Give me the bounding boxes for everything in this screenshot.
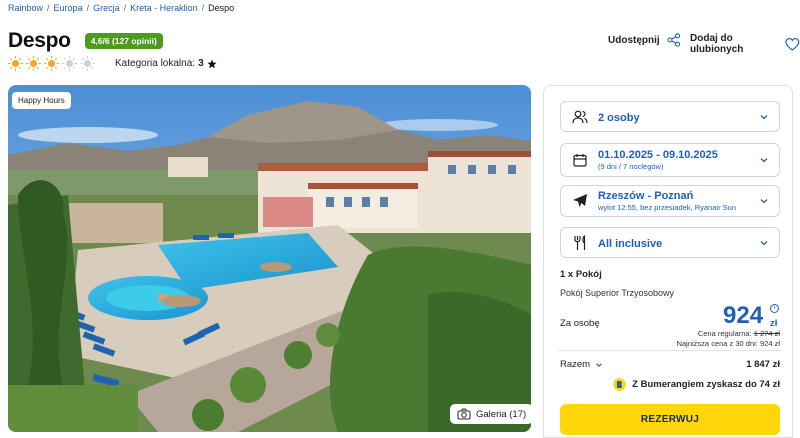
- dates-value: 01.10.2025 - 09.10.2025: [598, 149, 718, 161]
- local-category-label: Kategoria lokalna:: [115, 58, 196, 69]
- favorite-label: Dodaj do ulubionych: [690, 33, 744, 55]
- breadcrumb-separator: /: [47, 3, 50, 13]
- plane-icon: [571, 192, 589, 210]
- sun-icon-filled: [8, 56, 23, 71]
- persons-value: 2 osoby: [598, 111, 640, 124]
- share-button[interactable]: Udostępnij: [608, 33, 681, 47]
- sun-icon-empty: [80, 56, 95, 71]
- gallery-label: Galeria (17): [476, 408, 527, 420]
- sun-icon-filled: [44, 56, 59, 71]
- hotel-main-photo[interactable]: [8, 85, 531, 432]
- flight-route: Rzeszów - Poznań: [598, 190, 694, 202]
- total-value: 1 847 zł: [746, 359, 780, 370]
- star-icon: [207, 59, 217, 68]
- dates-select[interactable]: 01.10.2025 - 09.10.2025 (9 dni / 7 nocle…: [560, 143, 780, 177]
- page-title: Despo: [8, 29, 71, 52]
- bumerang-logo-icon: [613, 378, 626, 391]
- persons-icon: [571, 108, 589, 126]
- breadcrumb-current: Despo: [208, 3, 235, 13]
- board-value: All inclusive: [598, 237, 663, 250]
- heart-icon: [785, 37, 800, 51]
- reserve-button[interactable]: REZERWUJ: [560, 404, 780, 435]
- dates-duration: (9 dni / 7 noclegów): [598, 162, 664, 171]
- sun-icon-filled: [26, 56, 41, 71]
- total-label: Razem: [560, 359, 591, 370]
- happy-hours-badge: Happy Hours: [12, 92, 71, 109]
- local-category-value: 3: [198, 58, 204, 69]
- total-toggle[interactable]: Razem: [560, 359, 603, 370]
- chevron-down-icon: [760, 158, 768, 163]
- local-category: Kategoria lokalna: 3: [115, 58, 217, 69]
- share-icon: [667, 33, 680, 47]
- per-person-label: Za osobę: [560, 318, 600, 329]
- divider: [558, 350, 782, 351]
- chevron-down-icon: [760, 114, 768, 119]
- breadcrumb-link-rainbow[interactable]: Rainbow: [8, 3, 43, 13]
- breadcrumb-link-europa[interactable]: Europa: [54, 3, 83, 13]
- rating-badge[interactable]: 4,6/6 (127 opinii): [84, 33, 163, 49]
- camera-icon: [457, 408, 471, 420]
- regular-price-value: 1 274 zł: [753, 329, 780, 338]
- breadcrumb-separator: /: [86, 3, 90, 13]
- breadcrumb-separator: /: [201, 3, 205, 13]
- breadcrumb-separator: /: [123, 3, 127, 13]
- sun-icon-empty: [62, 56, 77, 71]
- hotel-standard-suns: [8, 56, 95, 71]
- regular-price: Cena regularna: 1 274 zł: [698, 329, 780, 338]
- board-select[interactable]: All inclusive: [560, 227, 780, 258]
- calendar-icon: [571, 151, 589, 169]
- info-icon[interactable]: i: [770, 304, 779, 313]
- lowest-30-days-price: Najniższa cena z 30 dni: 924 zł: [676, 339, 780, 348]
- breadcrumb-link-kreta[interactable]: Kreta - Heraklion: [130, 3, 198, 13]
- flight-select[interactable]: Rzeszów - Poznań wylot 12:55, bez przesi…: [560, 185, 780, 217]
- chevron-down-icon: [760, 199, 768, 204]
- breadcrumb: Rainbow / Europa / Grecja / Kreta - Hera…: [8, 3, 234, 13]
- breadcrumb-link-grecja[interactable]: Grecja: [93, 3, 120, 13]
- room-count: 1 x Pokój: [560, 269, 602, 280]
- chevron-down-icon: [760, 240, 768, 245]
- persons-select[interactable]: 2 osoby: [560, 101, 780, 132]
- gallery-button[interactable]: Galeria (17): [450, 404, 534, 424]
- bumerang-text: Z Bumerangiem zyskasz do 74 zł: [632, 379, 780, 390]
- flight-details: wylot 12:55, bez przesiadek, Ryanair Sun: [598, 203, 736, 212]
- cutlery-icon: [571, 234, 589, 252]
- chevron-down-icon: [596, 362, 602, 367]
- bumerang-info: Z Bumerangiem zyskasz do 74 zł: [613, 378, 780, 391]
- share-label: Udostępnij: [608, 34, 660, 46]
- room-type: Pokój Superior Trzyosobowy: [560, 288, 675, 298]
- price-per-person: 924: [723, 302, 764, 329]
- price-currency: zł: [770, 318, 778, 329]
- hotel-header: Despo 4,6/6 (127 opinii): [8, 29, 163, 53]
- regular-price-label: Cena regularna:: [697, 329, 752, 338]
- add-to-favorites-button[interactable]: Dodaj do ulubionych: [690, 33, 800, 55]
